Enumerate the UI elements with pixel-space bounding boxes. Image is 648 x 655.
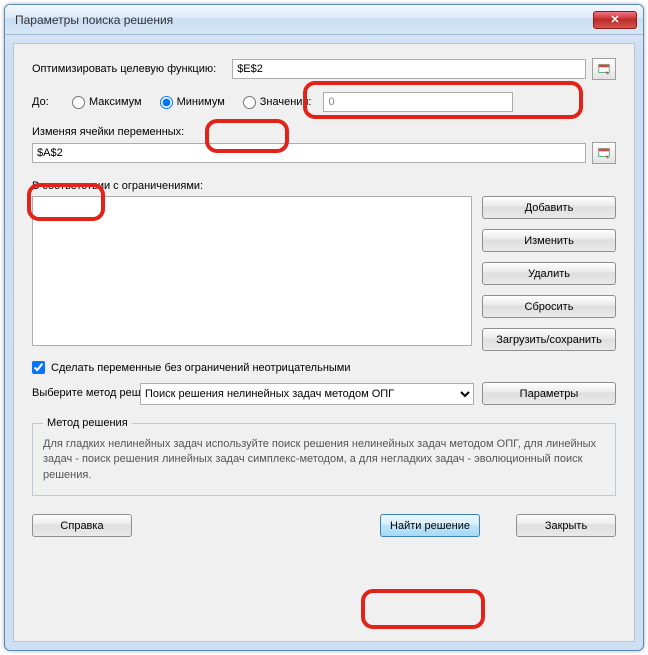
close-icon: ✕ xyxy=(610,13,619,26)
range-picker-icon xyxy=(597,62,611,76)
window-close-button[interactable]: ✕ xyxy=(593,11,637,29)
radio-max-label: Максимум xyxy=(89,96,142,108)
method-select[interactable]: Поиск решения нелинейных задач методом О… xyxy=(140,383,474,405)
radio-max[interactable]: Максимум xyxy=(72,96,142,109)
objective-range-picker-button[interactable] xyxy=(592,58,616,80)
constraints-listbox[interactable] xyxy=(32,196,472,346)
changing-cells-input[interactable] xyxy=(32,143,586,163)
changing-range-picker-button[interactable] xyxy=(592,142,616,164)
reset-button[interactable]: Сбросить xyxy=(482,295,616,318)
to-label: До: xyxy=(32,96,72,108)
constraints-buttons: Добавить Изменить Удалить Сбросить Загру… xyxy=(482,196,616,351)
dialog-body: Оптимизировать целевую функцию: До: Макс… xyxy=(13,43,635,642)
footer-row: Справка Найти решение Закрыть xyxy=(32,514,616,537)
constraints-label: В соответствии с ограничениями: xyxy=(32,180,203,192)
options-button[interactable]: Параметры xyxy=(482,382,616,405)
nonneg-row: Сделать переменные без ограничений неотр… xyxy=(32,361,616,374)
titlebar: Параметры поиска решения ✕ xyxy=(5,5,643,35)
constraints-row: Добавить Изменить Удалить Сбросить Загру… xyxy=(32,196,616,351)
range-picker-icon xyxy=(597,146,611,160)
objective-label: Оптимизировать целевую функцию: xyxy=(32,63,216,75)
add-button[interactable]: Добавить xyxy=(482,196,616,219)
radio-min[interactable]: Минимум xyxy=(160,96,225,109)
target-radio-group: Максимум Минимум Значения: xyxy=(72,96,323,109)
radio-value-of-label: Значения: xyxy=(260,96,312,108)
method-description-text: Для гладких нелинейных задач используйте… xyxy=(43,437,605,483)
nonneg-checkbox[interactable] xyxy=(32,361,45,374)
method-description-group: Метод решения Для гладких нелинейных зад… xyxy=(32,417,616,496)
solver-dialog-window: Параметры поиска решения ✕ Оптимизироват… xyxy=(4,4,644,651)
nonneg-label: Сделать переменные без ограничений неотр… xyxy=(51,362,351,374)
radio-min-label: Минимум xyxy=(177,96,225,108)
change-button[interactable]: Изменить xyxy=(482,229,616,252)
method-label: Выберите метод решения: xyxy=(32,387,132,400)
radio-min-input[interactable] xyxy=(160,96,173,109)
objective-row: Оптимизировать целевую функцию: xyxy=(32,58,616,80)
load-save-button[interactable]: Загрузить/сохранить xyxy=(482,328,616,351)
method-group-legend: Метод решения xyxy=(43,417,132,429)
radio-value-of[interactable]: Значения: xyxy=(243,96,312,109)
close-button[interactable]: Закрыть xyxy=(516,514,616,537)
window-title: Параметры поиска решения xyxy=(11,13,593,27)
value-of-input[interactable] xyxy=(323,92,513,112)
changing-row xyxy=(32,142,616,164)
help-button[interactable]: Справка xyxy=(32,514,132,537)
changing-label: Изменяя ячейки переменных: xyxy=(32,126,184,138)
method-row: Выберите метод решения: Поиск решения не… xyxy=(32,382,616,405)
radio-max-input[interactable] xyxy=(72,96,85,109)
radio-value-of-input[interactable] xyxy=(243,96,256,109)
to-row: До: Максимум Минимум Значения: xyxy=(32,92,616,112)
objective-cell-input[interactable] xyxy=(232,59,586,79)
solve-button[interactable]: Найти решение xyxy=(380,514,480,537)
delete-button[interactable]: Удалить xyxy=(482,262,616,285)
